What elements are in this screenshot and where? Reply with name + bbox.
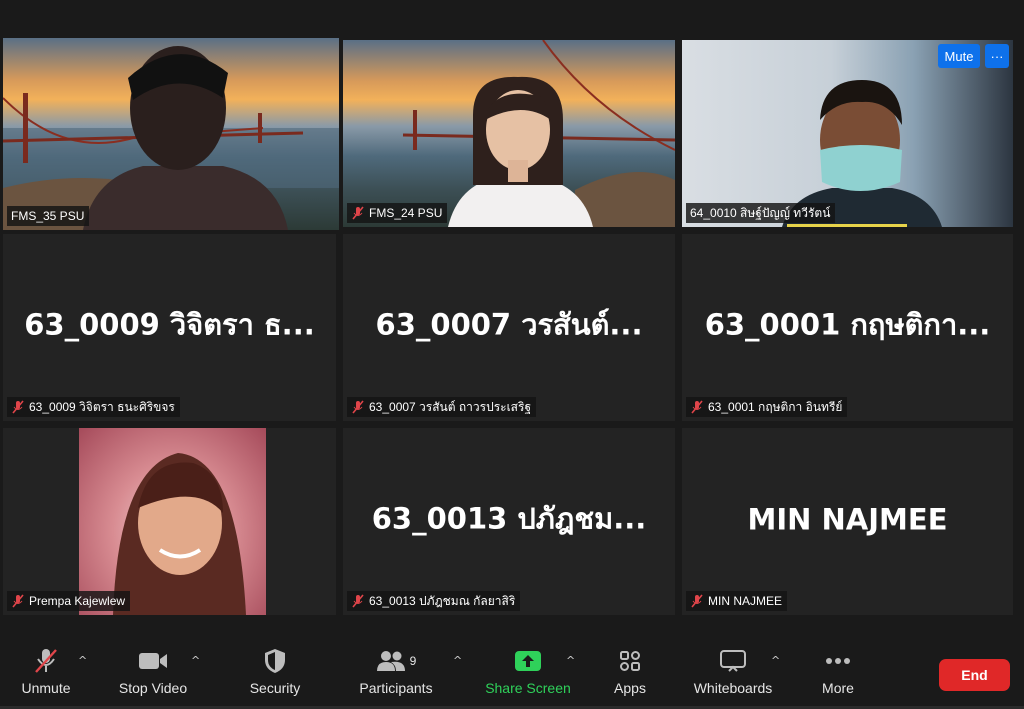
name-tag: 63_0001 กฤษติกา อินทรีย์	[686, 397, 848, 417]
audio-options-caret[interactable]: ^	[78, 654, 87, 667]
participant-photo	[113, 453, 246, 615]
more-button[interactable]: More	[813, 646, 863, 706]
video-tile-fms35[interactable]: FMS_35 PSU	[3, 38, 339, 230]
mic-muted-icon	[352, 594, 364, 608]
name-tag: MIN NAJMEE	[686, 591, 788, 611]
whiteboards-button[interactable]: Whiteboards	[688, 646, 778, 706]
participants-options-caret[interactable]: ^	[453, 654, 462, 667]
participant-display-name: 63_0007 วรสันต์...	[375, 306, 643, 341]
share-screen-button[interactable]: Share Screen	[483, 646, 573, 706]
mic-muted-icon	[352, 400, 364, 414]
whiteboard-options-caret[interactable]: ^	[771, 654, 780, 667]
video-gallery: FMS_35 PSU FMS_24 PSU Mute ··· 64_0010 ส…	[0, 0, 1024, 630]
name-tag: 63_0007 วรสันต์ ถาวรประเสริฐ	[347, 397, 537, 417]
name-tag: 63_0013 ปภัฎชมณ กัลยาสิริ	[347, 591, 521, 611]
video-tile-63-0013[interactable]: 63_0013 ปภัฎชม... 63_0013 ปภัฎชมณ กัลยาส…	[343, 428, 675, 615]
participant-display-name: 63_0013 ปภัฎชม...	[371, 500, 647, 535]
shield-icon	[265, 649, 285, 673]
mute-participant-button[interactable]: Mute	[938, 44, 980, 68]
video-tile-min-najmee[interactable]: MIN NAJMEE MIN NAJMEE	[682, 428, 1013, 615]
video-tile-63-0001[interactable]: 63_0001 กฤษติกา... 63_0001 กฤษติกา อินทร…	[682, 234, 1013, 421]
share-screen-icon	[515, 651, 541, 671]
participant-display-name: MIN NAJMEE	[747, 501, 948, 536]
participants-icon	[376, 651, 405, 671]
mic-muted-icon	[691, 594, 703, 608]
participant-display-name: 63_0001 กฤษติกา...	[704, 306, 991, 341]
mic-muted-icon	[35, 649, 57, 673]
participant-display-name: 63_0009 วิจิตรา ธ...	[24, 306, 315, 341]
meeting-toolbar: Unmute ^ Stop Video ^ Security 9 Partici…	[0, 630, 1024, 709]
name-tag: FMS_35 PSU	[7, 206, 90, 226]
mic-muted-icon	[352, 206, 364, 220]
apps-button[interactable]: Apps	[605, 646, 655, 706]
name-tag: 63_0009 วิจิตรา ธนะศิริขจร	[7, 397, 180, 417]
video-tile-63-0007[interactable]: 63_0007 วรสันต์... 63_0007 วรสันต์ ถาวรป…	[343, 234, 675, 421]
participant-video	[448, 76, 593, 227]
video-camera-icon	[139, 653, 167, 669]
unmute-button[interactable]: Unmute	[16, 646, 76, 706]
mic-muted-icon	[12, 400, 24, 414]
share-options-caret[interactable]: ^	[566, 654, 575, 667]
end-meeting-button[interactable]: End	[939, 659, 1010, 691]
video-tile-64-0010[interactable]: Mute ··· 64_0010 สิษฐ์ปัญญ์ ทวีรัตน์	[682, 40, 1013, 227]
video-tile-fms24[interactable]: FMS_24 PSU	[343, 40, 675, 227]
video-options-caret[interactable]: ^	[191, 654, 200, 667]
audio-level-bar	[787, 224, 907, 227]
security-button[interactable]: Security	[245, 646, 305, 706]
name-tag: 64_0010 สิษฐ์ปัญญ์ ทวีรัตน์	[686, 203, 836, 223]
mic-muted-icon	[691, 400, 703, 414]
more-dots-icon	[826, 658, 850, 664]
participant-silhouette	[83, 46, 288, 230]
stop-video-button[interactable]: Stop Video	[113, 646, 193, 706]
participants-button[interactable]: 9 Participants	[356, 646, 436, 706]
apps-icon	[620, 651, 640, 671]
name-tag: Prempa Kajewlew	[7, 591, 131, 611]
participants-count: 9	[409, 654, 417, 668]
video-tile-prempa[interactable]: Prempa Kajewlew	[3, 428, 336, 615]
whiteboard-icon	[720, 650, 746, 672]
tile-more-button[interactable]: ···	[985, 44, 1009, 68]
video-tile-63-0009[interactable]: 63_0009 วิจิตรา ธ... 63_0009 วิจิตรา ธนะ…	[3, 234, 336, 421]
name-tag: FMS_24 PSU	[347, 203, 448, 223]
mic-muted-icon	[12, 594, 24, 608]
